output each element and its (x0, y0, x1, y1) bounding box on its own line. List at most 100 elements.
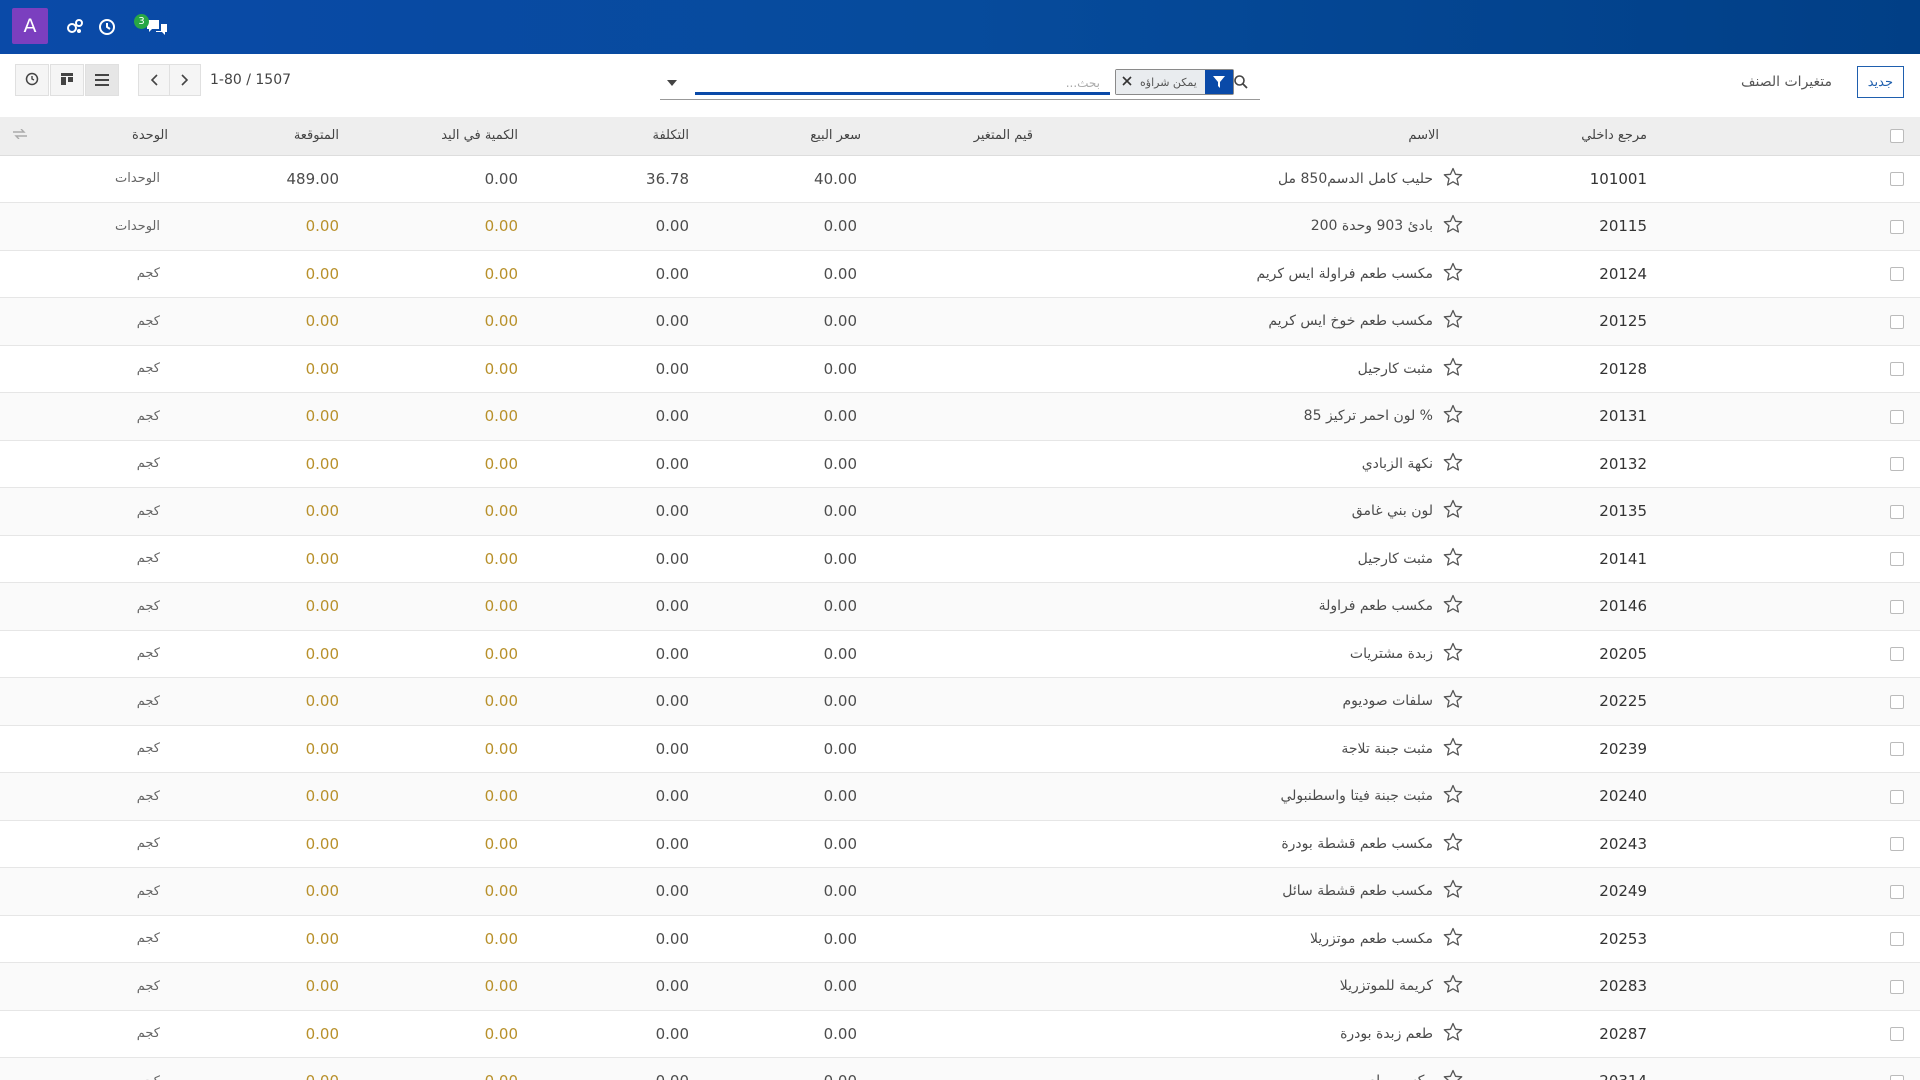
cell-favorite[interactable] (1439, 440, 1519, 488)
table-row[interactable]: كجم 0.00 0.00 0.00 0.00 مكسب طعم موتزريل… (0, 915, 1920, 963)
cell-favorite[interactable] (1439, 488, 1519, 536)
row-checkbox[interactable] (1890, 1074, 1904, 1080)
row-checkbox[interactable] (1890, 457, 1904, 472)
row-checkbox[interactable] (1890, 1027, 1904, 1042)
star-icon[interactable] (1443, 832, 1463, 856)
row-checkbox[interactable] (1890, 172, 1904, 187)
column-header-forecast[interactable]: المتوقعة (180, 117, 347, 156)
select-all-checkbox[interactable] (1890, 128, 1904, 143)
row-checkbox-cell[interactable] (1675, 393, 1920, 441)
star-icon[interactable] (1443, 689, 1463, 713)
row-checkbox[interactable] (1890, 362, 1904, 377)
cell-favorite[interactable] (1439, 535, 1519, 583)
row-checkbox-cell[interactable] (1675, 203, 1920, 251)
row-checkbox-cell[interactable] (1675, 155, 1920, 203)
row-checkbox-cell[interactable] (1675, 488, 1920, 536)
row-checkbox[interactable] (1890, 267, 1904, 282)
column-header-cost[interactable]: التكلفة (530, 117, 697, 156)
star-icon[interactable] (1443, 1022, 1463, 1046)
pager-next-button[interactable] (169, 64, 201, 96)
view-activity-button[interactable] (15, 64, 49, 96)
cell-favorite[interactable] (1439, 203, 1519, 251)
search-options-toggle[interactable] (660, 74, 684, 92)
row-checkbox-cell[interactable] (1675, 1010, 1920, 1058)
table-row[interactable]: الوحدات 489.00 0.00 36.78 40.00 حليب كام… (0, 155, 1920, 203)
star-icon[interactable] (1443, 974, 1463, 998)
row-checkbox[interactable] (1890, 694, 1904, 709)
pager-value[interactable]: 1-80 / 1507 (210, 72, 291, 88)
cell-favorite[interactable] (1439, 725, 1519, 773)
row-checkbox[interactable] (1890, 504, 1904, 519)
table-row[interactable]: كجم 0.00 0.00 0.00 0.00 مثبت كارجيل 2012… (0, 345, 1920, 393)
row-checkbox-cell[interactable] (1675, 535, 1920, 583)
cell-favorite[interactable] (1439, 155, 1519, 203)
column-header-ref[interactable]: مرجع داخلي (1519, 117, 1675, 156)
column-header-variant-values[interactable]: قيم المتغير (869, 117, 1039, 156)
facet-remove-icon[interactable] (1122, 75, 1132, 89)
star-icon[interactable] (1443, 879, 1463, 903)
cell-favorite[interactable] (1439, 345, 1519, 393)
star-icon[interactable] (1443, 499, 1463, 523)
table-row[interactable]: كجم 0.00 0.00 0.00 0.00 مكسب طعم 20314 (0, 1057, 1920, 1080)
new-button[interactable]: جديد (1856, 66, 1904, 98)
table-row[interactable]: كجم 0.00 0.00 0.00 0.00 مكسب طعم فراولة … (0, 250, 1920, 298)
star-icon[interactable] (1443, 357, 1463, 381)
row-checkbox[interactable] (1890, 647, 1904, 662)
table-row[interactable]: الوحدات 0.00 0.00 0.00 0.00 بادئ 903 وحد… (0, 202, 1920, 251)
row-checkbox[interactable] (1890, 884, 1904, 899)
star-icon[interactable] (1443, 642, 1463, 666)
table-row[interactable]: كجم 0.00 0.00 0.00 0.00 مكسب طعم قشطة بو… (0, 820, 1920, 868)
row-checkbox[interactable] (1890, 219, 1904, 234)
star-icon[interactable] (1443, 262, 1463, 286)
row-checkbox[interactable] (1890, 314, 1904, 329)
cell-favorite[interactable] (1439, 915, 1519, 963)
table-row[interactable]: كجم 0.00 0.00 0.00 0.00 مثبت جبنة فيتا و… (0, 772, 1920, 821)
optional-columns-toggle[interactable] (0, 117, 40, 156)
row-checkbox-cell[interactable] (1675, 678, 1920, 726)
column-header-name[interactable]: الاسم (1039, 117, 1439, 156)
table-row[interactable]: كجم 0.00 0.00 0.00 0.00 كريمة للموتزريلا… (0, 962, 1920, 1011)
search-icon[interactable] (1233, 74, 1251, 92)
star-icon[interactable] (1443, 309, 1463, 333)
row-checkbox-cell[interactable] (1675, 725, 1920, 773)
row-checkbox-cell[interactable] (1675, 630, 1920, 678)
cell-favorite[interactable] (1439, 393, 1519, 441)
star-icon[interactable] (1443, 167, 1463, 191)
cell-favorite[interactable] (1439, 868, 1519, 916)
table-row[interactable]: كجم 0.00 0.00 0.00 0.00 نكهة الزبادي 201… (0, 440, 1920, 488)
cell-favorite[interactable] (1439, 630, 1519, 678)
row-checkbox[interactable] (1890, 742, 1904, 757)
row-checkbox[interactable] (1890, 979, 1904, 994)
cell-favorite[interactable] (1439, 1058, 1519, 1080)
search-facet[interactable]: يمكن شراؤه (1115, 69, 1234, 95)
star-icon[interactable] (1443, 452, 1463, 476)
column-header-qty-on-hand[interactable]: الكمية في اليد (347, 117, 530, 156)
row-checkbox[interactable] (1890, 552, 1904, 567)
row-checkbox-cell[interactable] (1675, 1058, 1920, 1080)
star-icon[interactable] (1443, 214, 1463, 238)
cell-favorite[interactable] (1439, 678, 1519, 726)
column-header-sale-price[interactable]: سعر البيع (697, 117, 869, 156)
row-checkbox-cell[interactable] (1675, 963, 1920, 1011)
row-checkbox-cell[interactable] (1675, 298, 1920, 346)
row-checkbox[interactable] (1890, 789, 1904, 804)
cell-favorite[interactable] (1439, 250, 1519, 298)
view-kanban-button[interactable] (50, 64, 84, 96)
row-checkbox-cell[interactable] (1675, 345, 1920, 393)
cell-favorite[interactable] (1439, 963, 1519, 1011)
star-icon[interactable] (1443, 404, 1463, 428)
user-avatar[interactable]: A (12, 8, 48, 44)
row-checkbox-cell[interactable] (1675, 250, 1920, 298)
select-all-checkbox-cell[interactable] (1675, 117, 1920, 156)
table-row[interactable]: كجم 0.00 0.00 0.00 0.00 لون بني غامق 201… (0, 487, 1920, 536)
table-row[interactable]: كجم 0.00 0.00 0.00 0.00 سلفات صوديوم 202… (0, 677, 1920, 726)
row-checkbox-cell[interactable] (1675, 773, 1920, 821)
table-row[interactable]: كجم 0.00 0.00 0.00 0.00 لون احمر تركيز 8… (0, 392, 1920, 441)
row-checkbox[interactable] (1890, 599, 1904, 614)
row-checkbox-cell[interactable] (1675, 915, 1920, 963)
cell-favorite[interactable] (1439, 773, 1519, 821)
table-row[interactable]: كجم 0.00 0.00 0.00 0.00 مكسب طعم قشطة سا… (0, 867, 1920, 916)
row-checkbox-cell[interactable] (1675, 868, 1920, 916)
row-checkbox-cell[interactable] (1675, 440, 1920, 488)
star-icon[interactable] (1443, 547, 1463, 571)
